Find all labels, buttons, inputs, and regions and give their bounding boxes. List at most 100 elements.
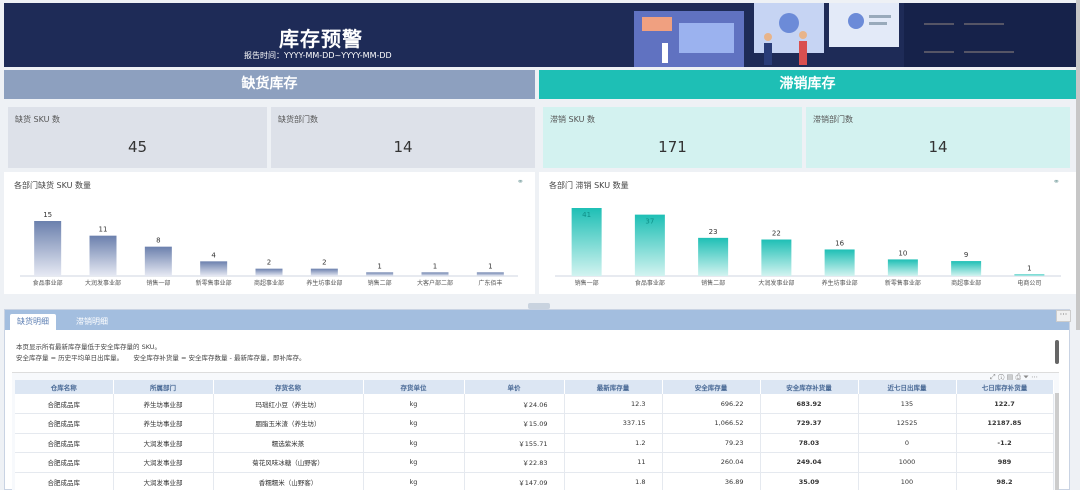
bar[interactable] bbox=[34, 221, 62, 276]
table-cell: ￥147.09 bbox=[464, 472, 565, 490]
slow-chart-panel: 各部门 滞销 SKU 数量 ⚭ 41 销售一部 37 食品事业部 23 销售二部 22 大润发… bbox=[539, 172, 1076, 294]
table-cell: 养生坊事业部 bbox=[113, 394, 214, 414]
table-cell: 菊花风味冰糖（山野客） bbox=[213, 452, 364, 473]
page-scrollbar[interactable] bbox=[1076, 0, 1080, 330]
table-row[interactable]: 合肥成品库 大润发事业部 糯选紫米蒸 kg ￥155.71 1.2 79.23 78.03 0-… bbox=[15, 433, 1054, 453]
table-header-row: 仓库名称 所属部门 存货名称 存货单位 单价 最新库存量 安全库存量 安全库存补货量 近七日出库… bbox=[15, 380, 1054, 394]
kpi-label: 缺货 SKU 数 bbox=[15, 115, 61, 124]
dashboard-illustration bbox=[604, 3, 1076, 67]
slow-sku-kpi: 滞销 SKU 数 171 bbox=[543, 107, 802, 168]
bar[interactable] bbox=[366, 272, 394, 276]
bar[interactable] bbox=[200, 261, 228, 276]
column-header[interactable]: 存货名称 bbox=[213, 380, 364, 394]
bar[interactable] bbox=[144, 246, 172, 276]
table-cell: 989 bbox=[956, 452, 1054, 473]
table-cell: 合肥成品库 bbox=[15, 452, 114, 473]
table-cell: 729.37 bbox=[760, 413, 859, 434]
more-options-icon[interactable]: ··· bbox=[1056, 310, 1071, 322]
data-label: 1 bbox=[377, 262, 381, 270]
bar[interactable] bbox=[951, 261, 982, 276]
table-cell: 合肥成品库 bbox=[15, 394, 114, 414]
bar[interactable] bbox=[255, 268, 283, 276]
bar[interactable] bbox=[1014, 274, 1045, 276]
data-label: 23 bbox=[709, 228, 718, 236]
table-scrollbar[interactable] bbox=[1055, 393, 1059, 490]
table-row[interactable]: 合肥成品库 大润发事业部 菊花风味冰糖（山野客） kg ￥22.83 11 260.04 24… bbox=[15, 452, 1054, 473]
table-cell: 12.3 bbox=[564, 394, 663, 414]
table-cell: 12187.85 bbox=[956, 413, 1054, 434]
table-cell: 0 bbox=[858, 433, 957, 453]
data-label: 11 bbox=[99, 226, 108, 234]
column-header[interactable]: 存货单位 bbox=[363, 380, 465, 394]
kpi-value: 14 bbox=[928, 138, 948, 156]
tab-slow-detail[interactable]: 滞销明细 bbox=[69, 314, 115, 330]
shortage-section-header: 缺货库存 bbox=[4, 70, 535, 99]
report-header: 库存预警 报告时间：YYYY-MM-DD~YYYY-MM-DD bbox=[4, 3, 1076, 67]
bar[interactable] bbox=[761, 239, 792, 276]
tick-label: 养生坊事业部 bbox=[306, 279, 342, 287]
kpi-label: 缺货部门数 bbox=[278, 115, 318, 124]
table-row[interactable]: 合肥成品库 养生坊事业部 胭脂玉米渣（养生坊） kg ￥15.09 337.15 1,066… bbox=[15, 413, 1054, 434]
column-header[interactable]: 安全库存量 bbox=[662, 380, 761, 394]
table-cell: 合肥成品库 bbox=[15, 413, 114, 434]
table-cell: 260.04 bbox=[662, 452, 761, 473]
table-cell: kg bbox=[363, 472, 465, 490]
table-cell: 1,066.52 bbox=[662, 413, 761, 434]
tick-label: 电商公司 bbox=[1017, 279, 1041, 287]
table-cell: 135 bbox=[858, 394, 957, 414]
column-header[interactable]: 单价 bbox=[464, 380, 565, 394]
bar[interactable] bbox=[824, 249, 855, 276]
table-cell: 11 bbox=[564, 452, 663, 473]
description-line: 本页显示所有最新库存量低于安全库存量的 SKU。 bbox=[16, 343, 162, 351]
table-cell: ￥15.09 bbox=[464, 413, 565, 434]
column-header[interactable]: 安全库存补货量 bbox=[760, 380, 859, 394]
table-cell: 胭脂玉米渣（养生坊） bbox=[213, 413, 364, 434]
table-cell: ￥155.71 bbox=[464, 433, 565, 453]
data-label: 2 bbox=[267, 259, 271, 267]
bar[interactable] bbox=[310, 268, 338, 276]
detail-table: 仓库名称 所属部门 存货名称 存货单位 单价 最新库存量 安全库存量 安全库存补货量 近七日出库… bbox=[15, 380, 1054, 490]
table-cell: 1.2 bbox=[564, 433, 663, 453]
table-cell: 香糯糯米（山野客） bbox=[213, 472, 364, 490]
data-label: 10 bbox=[898, 249, 907, 257]
description-line: 安全库存量 = 历史平均单日出库量。 安全库存补货量 = 安全库存数量 - 最新… bbox=[16, 354, 306, 362]
data-label: 1 bbox=[1027, 264, 1031, 272]
bar[interactable] bbox=[698, 237, 729, 276]
table-row[interactable]: 合肥成品库 大润发事业部 香糯糯米（山野客） kg ￥147.09 1.8 36.89 35.… bbox=[15, 472, 1054, 490]
tick-label: 养生坊事业部 bbox=[822, 279, 858, 287]
table-cell: -1.2 bbox=[956, 433, 1054, 453]
tab-shortage-detail[interactable]: 缺货明细 bbox=[10, 314, 56, 330]
table-cell: kg bbox=[363, 452, 465, 473]
slow-section-header: 滞销库存 bbox=[539, 70, 1076, 99]
table-cell: kg bbox=[363, 433, 465, 453]
column-header[interactable]: 七日库存补货量 bbox=[956, 380, 1054, 394]
column-header[interactable]: 最新库存量 bbox=[564, 380, 663, 394]
tick-label: 销售二部 bbox=[701, 279, 725, 287]
tick-label: 商超事业部 bbox=[951, 279, 981, 287]
bar[interactable] bbox=[476, 272, 504, 276]
table-row[interactable]: 合肥成品库 养生坊事业部 玛瑙红小豆（养生坊） kg ￥24.06 12.3 696.22 6… bbox=[15, 394, 1054, 414]
data-label: 1 bbox=[488, 262, 492, 270]
table-cell: 养生坊事业部 bbox=[113, 413, 214, 434]
bar[interactable] bbox=[887, 259, 918, 276]
shortage-dept-kpi: 缺货部门数 14 bbox=[271, 107, 535, 168]
bar[interactable] bbox=[89, 235, 117, 276]
detail-table-container: ⤢ ⓘ ▤ ⎙ ⏷ ⋯ 仓库名称 所属部门 存货名称 存货单位 单价 最新库存量 安全库存量… bbox=[12, 372, 1059, 490]
table-cell: 12525 bbox=[858, 413, 957, 434]
table-cell: 大润发事业部 bbox=[113, 433, 214, 453]
table-cell: 78.03 bbox=[760, 433, 859, 453]
bar[interactable] bbox=[421, 272, 449, 276]
table-cell: 98.2 bbox=[956, 472, 1054, 490]
column-header[interactable]: 仓库名称 bbox=[15, 380, 114, 394]
tick-label: 新零售事业部 bbox=[885, 279, 921, 287]
kpi-label: 滞销 SKU 数 bbox=[550, 115, 596, 124]
table-cell: 683.92 bbox=[760, 394, 859, 414]
slow-bar-chart: 41 销售一部 37 食品事业部 23 销售二部 22 大润发事业部 16 养生坊事业部 10 新零售… bbox=[555, 208, 1061, 287]
table-cell: 122.7 bbox=[956, 394, 1054, 414]
tick-label: 食品事业部 bbox=[33, 279, 63, 287]
column-header[interactable]: 所属部门 bbox=[113, 380, 214, 394]
description-scrollbar[interactable] bbox=[1055, 340, 1059, 364]
column-header[interactable]: 近七日出库量 bbox=[858, 380, 957, 394]
page-title: 库存预警 bbox=[279, 27, 363, 51]
table-cell: 合肥成品库 bbox=[15, 472, 114, 490]
